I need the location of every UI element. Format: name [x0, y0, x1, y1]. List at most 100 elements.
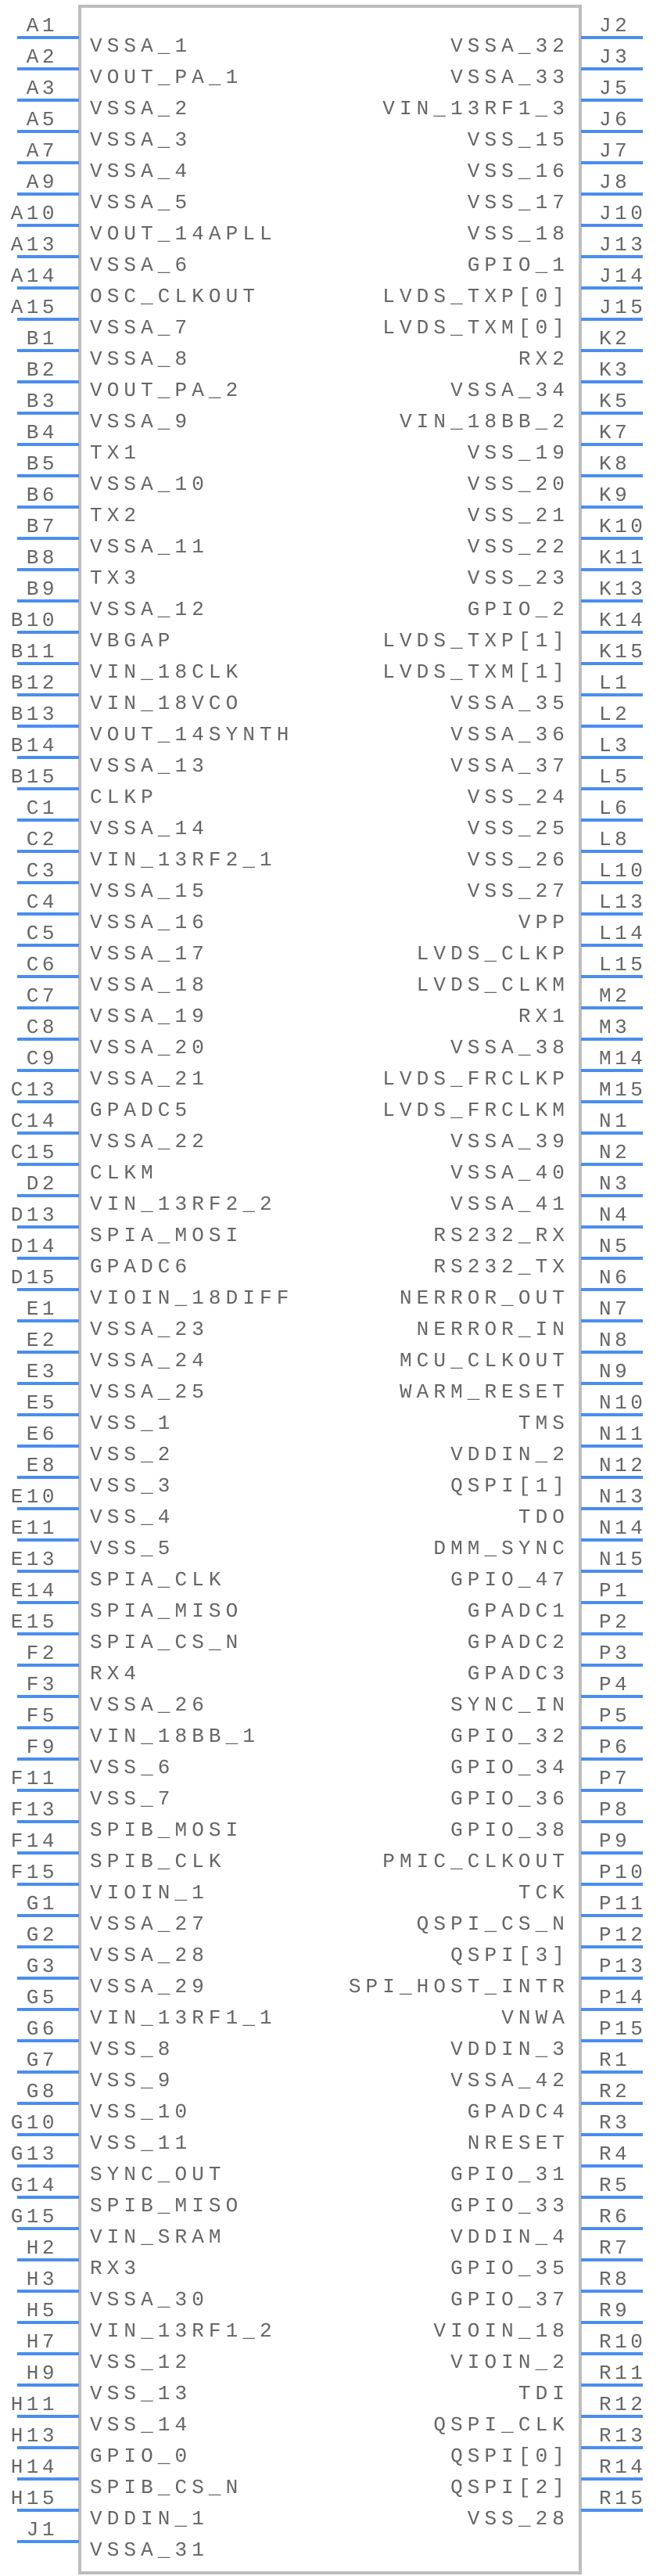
pin-name: GPIO_2	[468, 598, 569, 621]
pin-name: VIN_SRAM	[90, 2225, 226, 2249]
pin-name: VSSA_32	[450, 34, 569, 58]
pin-name: VIN_13RF1_2	[90, 2319, 277, 2343]
pin-number: E1	[27, 1297, 58, 1321]
pin-name: LVDS_TXM[1]	[382, 660, 569, 684]
pin-name: VSS_1	[90, 1412, 175, 1435]
pin-name: VSS_19	[468, 441, 569, 465]
pin-name: VSS_5	[90, 1537, 175, 1560]
pin-number: J2	[599, 14, 630, 38]
pin-number: C5	[27, 922, 58, 945]
pin-name: TMS	[518, 1412, 569, 1435]
pin-name: GPIO_32	[450, 1725, 569, 1748]
pin-name: VSSA_13	[90, 754, 209, 778]
pin-name: TDI	[518, 2382, 569, 2405]
pin-name: TX1	[90, 441, 141, 465]
pin-name: SPIA_MOSI	[90, 1224, 242, 1247]
pin-name: VSS_7	[90, 1787, 175, 1811]
pin-name: VIOIN_1	[90, 1881, 209, 1905]
pin-name: VIOIN_2	[450, 2351, 569, 2374]
pin-number: B2	[27, 358, 58, 382]
pin-name: NRESET	[468, 2132, 569, 2155]
pin-name: VSSA_40	[450, 1161, 569, 1185]
pin-name: VDDIN_1	[90, 2507, 209, 2531]
pin-name: VOUT_PA_2	[90, 379, 242, 402]
pin-number: B1	[27, 327, 58, 351]
pin-number: H13	[11, 2424, 58, 2448]
pin-name: VSSA_38	[450, 1036, 569, 1060]
pin-name: VSS_26	[468, 848, 569, 872]
pin-name: GPADC3	[468, 1662, 569, 1686]
pin-number: H2	[27, 2236, 58, 2260]
pin-name: GPADC6	[90, 1255, 192, 1279]
pin-name: SPIB_MISO	[90, 2194, 242, 2218]
pin-name: GPADC2	[468, 1631, 569, 1654]
pin-number: B12	[11, 671, 58, 695]
pin-name: VSSA_42	[450, 2069, 569, 2092]
pin-number: F9	[27, 1736, 58, 1759]
pin-name: VSS_2	[90, 1443, 175, 1466]
pin-name: RS232_RX	[433, 1224, 569, 1247]
pin-number: G3	[27, 1955, 58, 1978]
pin-number: R1	[599, 2049, 630, 2072]
pin-name: VIN_13RF1_3	[382, 97, 569, 121]
pin-number: L6	[599, 797, 630, 820]
pin-number: K2	[599, 327, 630, 351]
pin-number: J5	[599, 77, 630, 100]
pin-name: TCK	[518, 1881, 569, 1905]
pin-name: VSSA_15	[90, 880, 209, 903]
pin-number: P7	[599, 1767, 630, 1790]
pin-number: J8	[599, 171, 630, 194]
pin-number: H9	[27, 2362, 58, 2385]
pin-number: P13	[599, 1955, 646, 1978]
pin-number: C2	[27, 828, 58, 851]
pin-name: LVDS_FRCLKP	[382, 1067, 569, 1091]
pin-number: H15	[11, 2487, 58, 2510]
pin-number: F14	[11, 1829, 58, 1853]
pin-number: A15	[11, 296, 58, 319]
pin-number: P15	[599, 2017, 646, 2041]
pin-number: H11	[11, 2393, 58, 2416]
pin-name: VSSA_22	[90, 1130, 209, 1153]
pin-number: E5	[27, 1391, 58, 1415]
pin-name: VSS_11	[90, 2132, 192, 2155]
pin-name: VOUT_14APLL	[90, 222, 277, 246]
pin-name: DMM_SYNC	[433, 1537, 569, 1560]
pin-number: A7	[27, 139, 58, 163]
pin-number: M2	[599, 984, 630, 1008]
pin-name: VSSA_11	[90, 535, 209, 559]
pin-name: SPIB_CLK	[90, 1850, 226, 1873]
pin-name: SPIA_MISO	[90, 1599, 242, 1623]
pin-number: P4	[599, 1673, 630, 1696]
pin-name: VSSA_20	[90, 1036, 209, 1060]
pin-name: VSS_4	[90, 1506, 175, 1529]
pin-number: J6	[599, 108, 630, 131]
pin-number: C4	[27, 890, 58, 914]
pin-number: P2	[599, 1610, 630, 1634]
pin-number: E15	[11, 1610, 58, 1634]
pin-name: VSSA_7	[90, 316, 192, 340]
pin-number: L10	[599, 859, 646, 883]
pin-name: GPIO_34	[450, 1756, 569, 1779]
pin-name: LVDS_CLKM	[417, 973, 569, 997]
pin-number: E8	[27, 1454, 58, 1477]
pin-name: GPIO_31	[450, 2163, 569, 2186]
pin-number: B7	[27, 515, 58, 538]
pin-name: GPIO_1	[468, 254, 569, 277]
pin-name: VSS_10	[90, 2100, 192, 2124]
pin-number: N10	[599, 1391, 646, 1415]
pin-number: G2	[27, 1923, 58, 1947]
pin-name: VSS_16	[468, 160, 569, 183]
pin-number: J7	[599, 139, 630, 163]
pin-number: R13	[599, 2424, 646, 2448]
pin-number: B3	[27, 390, 58, 413]
pin-name: VSSA_28	[90, 1944, 209, 1967]
pin-name: VIN_18CLK	[90, 660, 242, 684]
pin-name: VPP	[518, 911, 569, 934]
pin-number: K15	[599, 640, 646, 664]
pin-name: VIN_18VCO	[90, 692, 242, 715]
pin-number: K13	[599, 577, 646, 601]
pin-number: A2	[27, 45, 58, 69]
pin-name: VDDIN_4	[450, 2225, 569, 2249]
pin-number: H5	[27, 2299, 58, 2322]
pin-name: VSS_27	[468, 880, 569, 903]
